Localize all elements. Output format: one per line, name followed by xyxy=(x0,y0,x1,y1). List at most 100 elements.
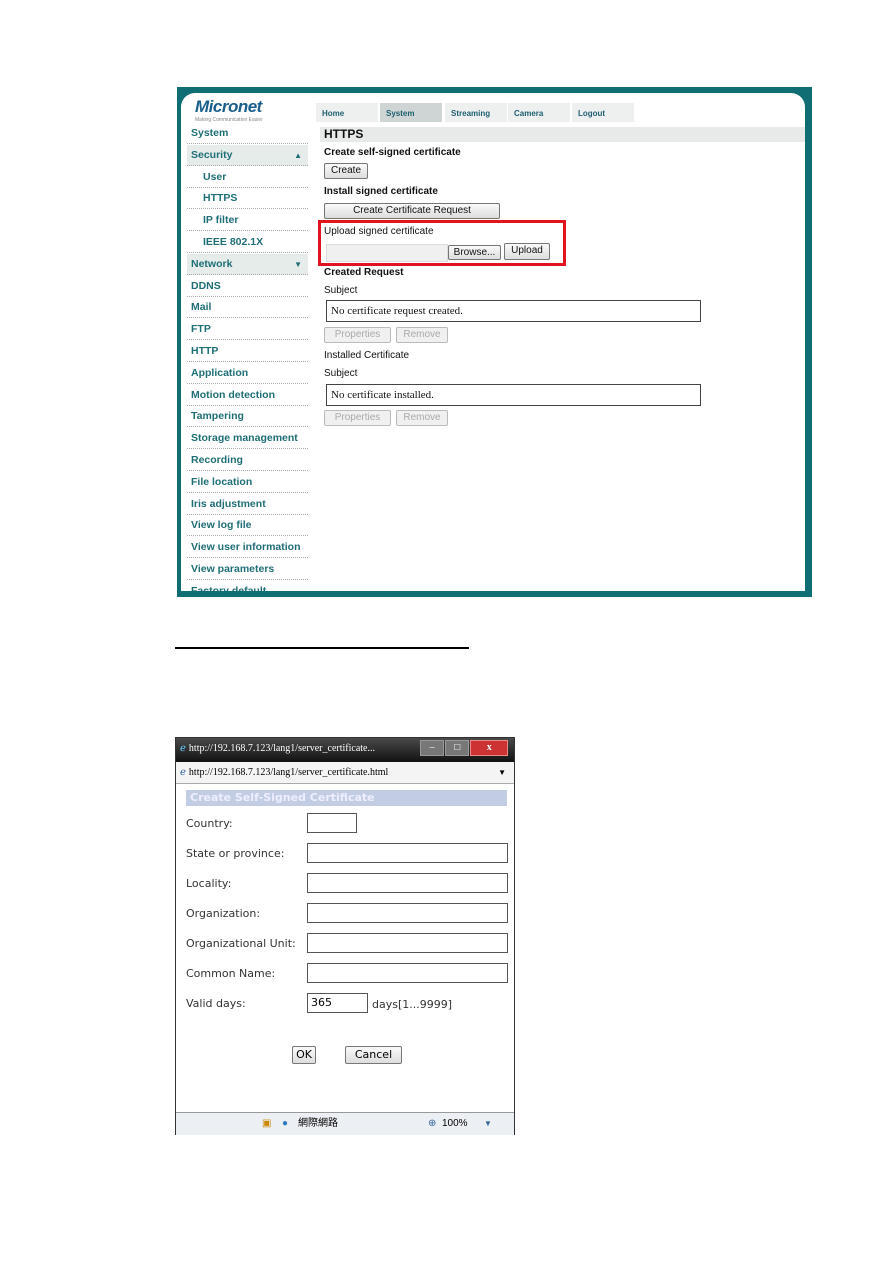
properties-button[interactable]: Properties xyxy=(324,410,391,426)
valid-days-hint: days[1...9999] xyxy=(372,998,453,1011)
sidebar-item-factory-default[interactable]: Factory default xyxy=(187,581,308,591)
sidebar-item-label: Iris adjustment xyxy=(191,497,266,510)
file-path-input[interactable] xyxy=(326,244,448,262)
underline-rule xyxy=(175,647,469,649)
zoom-dropdown-icon[interactable]: ▼ xyxy=(484,1113,492,1135)
expand-arrow-icon[interactable]: ▼ xyxy=(294,254,302,275)
maximize-icon[interactable]: □ xyxy=(445,740,470,756)
organization-input[interactable] xyxy=(307,903,508,923)
sidebar-item-iris-adjustment[interactable]: Iris adjustment xyxy=(187,494,308,515)
globe-icon: ● xyxy=(282,1118,289,1129)
sidebar-item-network[interactable]: Network ▼ xyxy=(187,253,308,275)
common-name-input[interactable] xyxy=(307,963,508,983)
country-input[interactable] xyxy=(307,813,357,833)
form-heading: Create Self-Signed Certificate xyxy=(186,790,507,806)
minimize-icon[interactable]: – xyxy=(420,740,445,756)
field-label: Locality: xyxy=(186,877,232,890)
security-icon: ▣ xyxy=(262,1118,272,1129)
close-icon[interactable]: x xyxy=(470,740,508,756)
sidebar-item-label: Storage management xyxy=(191,432,298,445)
zone-text: 網際網路 xyxy=(298,1118,338,1129)
sidebar-item-ip-filter[interactable]: IP filter xyxy=(187,210,308,232)
sidebar-item-label: HTTP xyxy=(191,345,219,357)
installed-certificate-heading: Installed Certificate xyxy=(324,350,410,361)
remove-button[interactable]: Remove xyxy=(396,327,448,343)
field-label: Common Name: xyxy=(186,967,276,980)
installed-subject-box: No certificate installed. xyxy=(326,384,701,406)
sidebar-item-view-parameters[interactable]: View parameters xyxy=(187,559,308,580)
page-title: HTTPS xyxy=(320,127,805,142)
sidebar-item-label: IP filter xyxy=(203,214,239,227)
sidebar-item-recording[interactable]: Recording xyxy=(187,450,308,471)
sidebar-item-label: User xyxy=(203,170,227,183)
web-ui-panel: Micronet Making Communication Easier Syst… xyxy=(181,93,805,591)
sidebar-item-label: Network xyxy=(191,257,233,270)
sidebar-item-label: FTP xyxy=(191,323,211,336)
status-bar: ▣ ● 網際網路 ⊕ 100% ▼ xyxy=(176,1112,514,1135)
remove-button[interactable]: Remove xyxy=(396,410,448,426)
ie-icon: ℯ xyxy=(180,743,186,754)
collapse-arrow-icon[interactable]: ▲ xyxy=(294,145,302,166)
sidebar-item-label: Mail xyxy=(191,301,212,314)
upload-label: Upload signed certificate xyxy=(324,226,434,237)
sidebar-item-label: Tampering xyxy=(191,410,244,423)
field-label: State or province: xyxy=(186,847,285,860)
page-icon: ℯ xyxy=(180,767,186,778)
sidebar-item-ftp[interactable]: FTP xyxy=(187,319,308,341)
sidebar-item-label: View parameters xyxy=(191,563,275,575)
sidebar-item-label: DDNS xyxy=(191,279,221,292)
upload-button[interactable]: Upload xyxy=(504,243,550,260)
create-heading: Create self-signed certificate xyxy=(324,147,461,158)
sidebar-item-label: Motion detection xyxy=(191,388,275,401)
sidebar-item-mail[interactable]: Mail xyxy=(187,297,308,319)
valid-days-input[interactable]: 365 xyxy=(307,993,368,1013)
title-bar: ℯ http://192.168.7.123/lang1/server_certi… xyxy=(176,738,514,762)
sidebar-item-view-user-information[interactable]: View user information xyxy=(187,537,308,559)
address-bar[interactable]: ℯ http://192.168.7.123/lang1/server_certi… xyxy=(176,762,514,784)
sidebar-item-file-location[interactable]: File location xyxy=(187,472,308,493)
install-heading: Install signed certificate xyxy=(324,186,438,197)
sidebar-item-https[interactable]: HTTPS xyxy=(187,188,308,210)
sidebar-item-label: HTTPS xyxy=(203,192,238,205)
sidebar-item-label: Recording xyxy=(191,454,243,466)
field-label: Country: xyxy=(186,817,233,830)
sidebar-item-user[interactable]: User xyxy=(187,167,308,188)
ok-button[interactable]: OK xyxy=(292,1046,316,1064)
sidebar-item-view-log-file[interactable]: View log file xyxy=(187,515,308,537)
field-label: Organization: xyxy=(186,907,261,920)
sidebar-item-ieee-802-1x[interactable]: IEEE 802.1X xyxy=(187,232,308,253)
created-request-heading: Created Request xyxy=(324,267,404,278)
sidebar-item-storage-management[interactable]: Storage management xyxy=(187,428,308,450)
sidebar-item-label: Security xyxy=(191,148,233,161)
sidebar-item-application[interactable]: Application xyxy=(187,363,308,384)
request-subject-box: No certificate request created. xyxy=(326,300,701,322)
create-button[interactable]: Create xyxy=(324,163,368,179)
sidebar-item-label: Application xyxy=(191,366,249,379)
sidebar-item-http[interactable]: HTTP xyxy=(187,341,308,362)
sidebar-item-tampering[interactable]: Tampering xyxy=(187,406,308,428)
sidebar-item-label: View user information xyxy=(191,541,301,554)
organizational-unit-input[interactable] xyxy=(307,933,508,953)
state-or-province-input[interactable] xyxy=(307,843,508,863)
popup-window: ℯ http://192.168.7.123/lang1/server_certi… xyxy=(175,737,515,1135)
locality-input[interactable] xyxy=(307,873,508,893)
sidebar-item-security[interactable]: Security ▲ xyxy=(187,144,308,166)
dropdown-icon[interactable]: ▼ xyxy=(498,762,506,783)
main-content: HTTPS Create self-signed certificate Cre… xyxy=(318,93,805,591)
sidebar-item-motion-detection[interactable]: Motion detection xyxy=(187,385,308,406)
sidebar: Micronet Making Communication Easier Syst… xyxy=(187,93,308,591)
zoom-level[interactable]: 100% xyxy=(442,1113,468,1135)
window-title: http://192.168.7.123/lang1/server_certif… xyxy=(188,743,375,754)
create-certificate-request-button[interactable]: Create Certificate Request xyxy=(324,203,500,219)
browse-button[interactable]: Browse... xyxy=(448,245,501,260)
zoom-icon: ⊕ xyxy=(428,1118,437,1129)
properties-button[interactable]: Properties xyxy=(324,327,391,343)
sidebar-item-label: View log file xyxy=(191,519,252,532)
subject-label: Subject xyxy=(324,285,358,296)
field-label: Valid days: xyxy=(186,997,246,1010)
sidebar-item-label: File location xyxy=(191,475,253,488)
sidebar-item-ddns[interactable]: DDNS xyxy=(187,276,308,297)
cancel-button[interactable]: Cancel xyxy=(345,1046,402,1064)
address-text: http://192.168.7.123/lang1/server_certif… xyxy=(188,767,389,778)
subject-label: Subject xyxy=(324,368,358,379)
